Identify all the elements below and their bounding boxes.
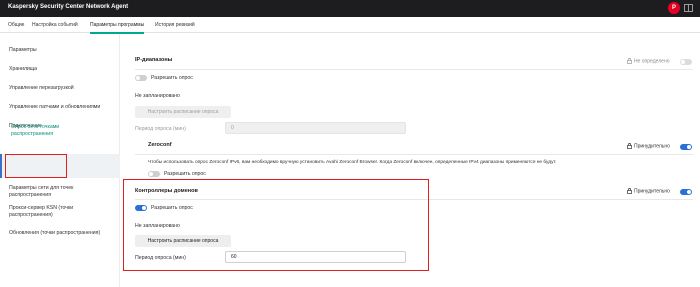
- sidebar-item-patch-management[interactable]: Управление патчами и обновлениями: [9, 104, 117, 111]
- tab-bar: Общие Настройка событий Параметры програ…: [0, 17, 700, 34]
- ip-ranges-title: IP-диапазоны: [135, 57, 173, 63]
- zeroconf-divider: [135, 154, 693, 155]
- sidebar-item-parameters[interactable]: Параметры: [9, 47, 117, 54]
- lock-icon: [627, 188, 632, 194]
- domain-controllers-status: Принудительно: [627, 188, 670, 194]
- tab-app-settings[interactable]: Параметры программы: [90, 17, 145, 34]
- sidebar-item-storages[interactable]: Хранилища: [9, 66, 117, 73]
- ip-ranges-schedule-button[interactable]: Настроить расписание опроса: [135, 106, 231, 118]
- ip-ranges-allow-toggle[interactable]: [135, 75, 147, 81]
- sidebar: Параметры Хранилища Управление перезагру…: [0, 34, 120, 287]
- tab-revision-history[interactable]: История ревизий: [155, 17, 195, 33]
- zeroconf-title: Zeroconf: [148, 142, 172, 148]
- zeroconf-allow-toggle[interactable]: [148, 171, 160, 177]
- sidebar-highlight-box: [5, 154, 67, 178]
- sidebar-item-dp-updates[interactable]: Обновления (точки распространения): [9, 230, 121, 237]
- sidebar-item-restart-management[interactable]: Управление перезагрузкой: [9, 85, 117, 92]
- lock-icon: [627, 143, 632, 149]
- zeroconf-status: Принудительно: [627, 143, 670, 149]
- zeroconf-description: Чтобы использовать опрос Zeroconf IPv6, …: [148, 160, 557, 165]
- zeroconf-allow-label: Разрешить опрос: [164, 171, 206, 177]
- ip-ranges-period-label: Период опроса (мин): [135, 126, 186, 132]
- tab-event-config[interactable]: Настройка событий: [32, 17, 78, 33]
- tab-general[interactable]: Общие: [8, 17, 24, 33]
- ip-ranges-divider: [135, 69, 693, 70]
- ip-ranges-schedule-text: Не запланировано: [135, 93, 180, 99]
- window-icon[interactable]: [684, 4, 693, 12]
- ip-ranges-allow-label: Разрешить опрос: [151, 75, 193, 81]
- domain-controllers-highlight-box: [123, 179, 429, 271]
- sidebar-item-dp-network-settings[interactable]: Параметры сети для точек распространения: [9, 185, 109, 199]
- ip-ranges-policy-toggle[interactable]: [680, 59, 692, 65]
- zeroconf-policy-toggle[interactable]: [680, 144, 692, 150]
- sidebar-item-network-poll[interactable]: Опрос сети точками распространения: [11, 124, 67, 138]
- domain-controllers-policy-toggle[interactable]: [680, 189, 692, 195]
- ip-ranges-status: Не определено: [627, 58, 670, 64]
- user-avatar[interactable]: Р: [668, 2, 680, 14]
- ip-ranges-period-input[interactable]: 0: [225, 122, 406, 134]
- title-bar: Kaspersky Security Center Network Agent …: [0, 0, 700, 17]
- main-content: IP-диапазоны Не определено Разрешить опр…: [121, 34, 700, 287]
- sidebar-item-ksn-proxy[interactable]: Прокси-сервер KSN (точки распространения…: [9, 205, 109, 219]
- app-title: Kaspersky Security Center Network Agent: [8, 4, 129, 10]
- lock-icon: [627, 58, 632, 64]
